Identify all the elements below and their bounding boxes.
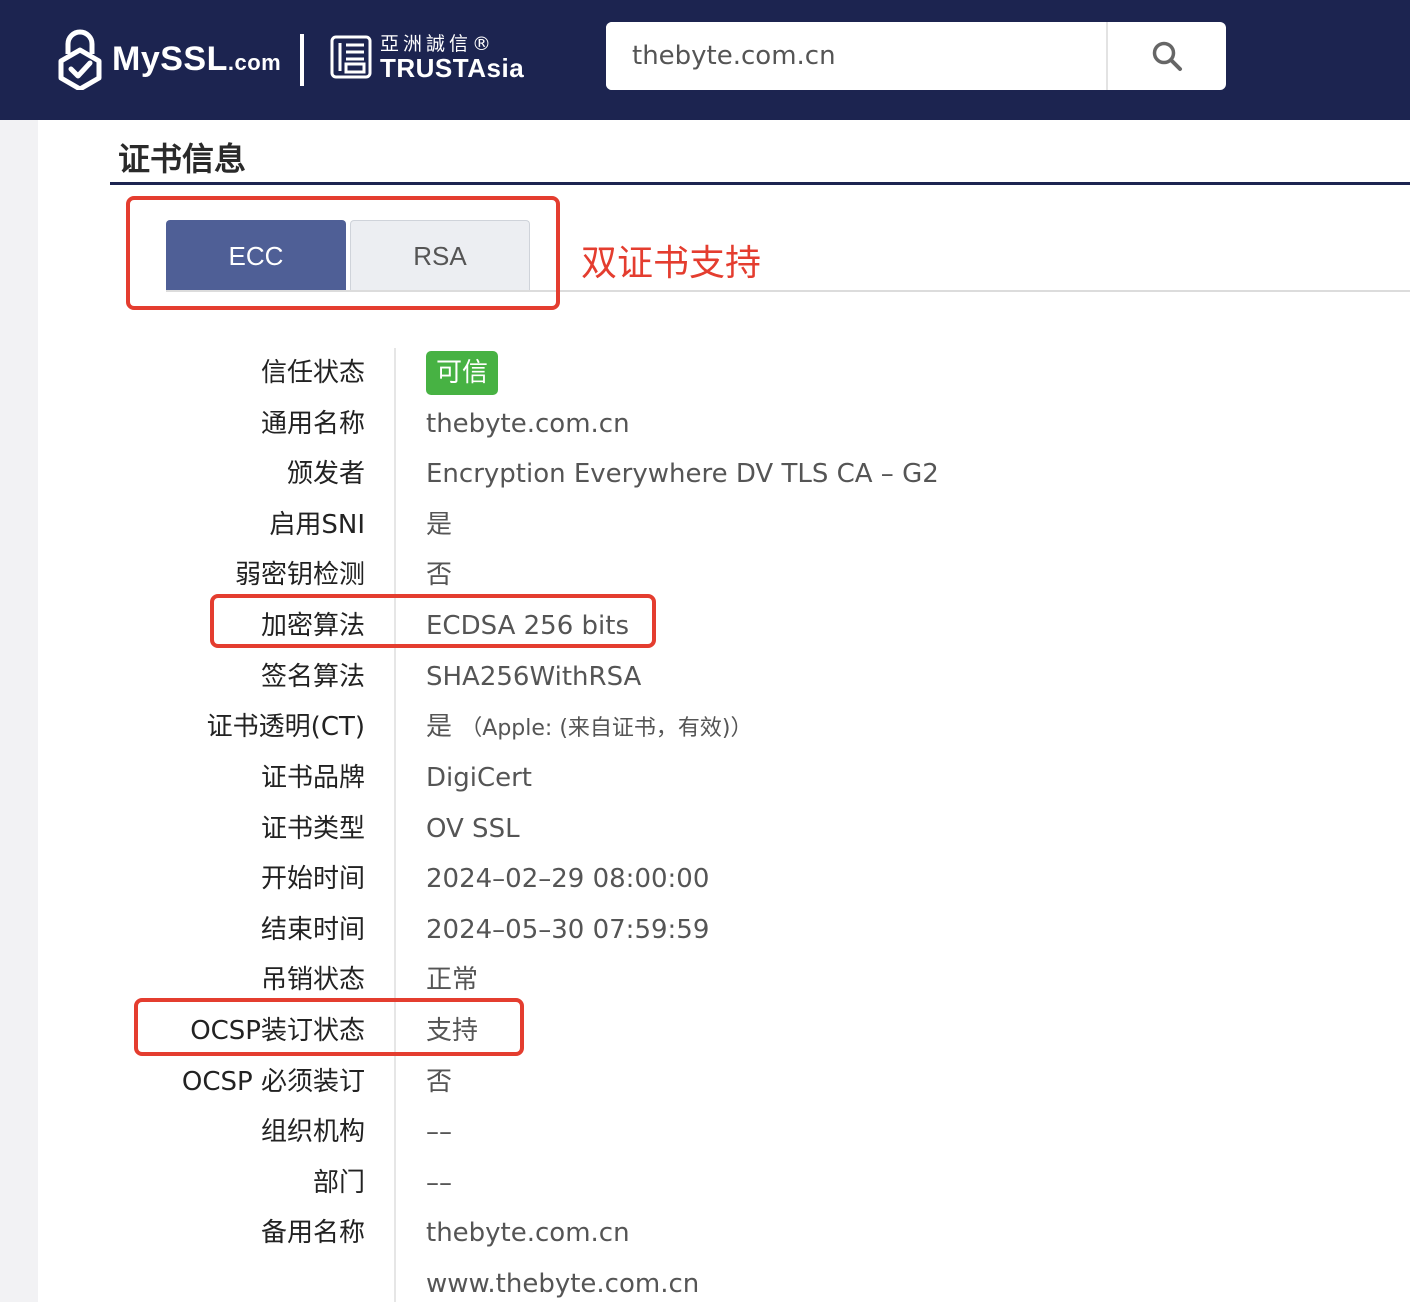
trustasia-emblem-icon xyxy=(330,35,372,79)
trustasia-en-name: TRUSTAsia xyxy=(380,53,525,83)
title-underline xyxy=(110,182,1410,185)
annotation-box-ocsp xyxy=(134,998,524,1056)
row-ocsp-must-staple: OCSP 必须装订 否 xyxy=(38,1057,1410,1107)
row-label: 证书透明(CT) xyxy=(206,712,365,742)
row-value: SHA256WithRSA xyxy=(426,662,642,692)
row-value: OV SSL xyxy=(426,814,520,844)
row-value: –– xyxy=(426,1168,452,1198)
row-value: thebyte.com.cn xyxy=(426,409,630,439)
ct-detail: （Apple: (来自证书，有效)） xyxy=(460,716,753,741)
row-label: 开始时间 xyxy=(260,864,365,894)
row-value: 否 xyxy=(426,1067,453,1097)
row-label: 备用名称 xyxy=(260,1218,365,1248)
row-value: 否 xyxy=(426,560,453,590)
row-san-2: www.thebyte.com.cn xyxy=(38,1259,1410,1302)
annotation-dual-cert: 双证书支持 xyxy=(581,243,762,284)
row-value: 是 xyxy=(426,510,453,540)
row-value: 是 （Apple: (来自证书，有效)） xyxy=(426,702,752,754)
row-value: Encryption Everywhere DV TLS CA – G2 xyxy=(426,459,939,489)
row-ct: 证书透明(CT) 是 （Apple: (来自证书，有效)） xyxy=(38,702,1410,752)
row-label: 签名算法 xyxy=(260,662,365,692)
lock-check-icon xyxy=(58,29,102,90)
annotation-box-encryption xyxy=(210,594,656,648)
domain-search-input[interactable] xyxy=(606,22,1106,90)
row-label: 结束时间 xyxy=(260,915,365,945)
myssl-brand-text: MySSL.com xyxy=(112,39,282,78)
row-value: www.thebyte.com.cn xyxy=(426,1269,700,1299)
search-box xyxy=(606,22,1226,90)
row-department: 部门 –– xyxy=(38,1158,1410,1208)
row-sni: 启用SNI 是 xyxy=(38,500,1410,550)
section-title: 证书信息 xyxy=(118,140,247,178)
myssl-logo[interactable]: MySSL.com xyxy=(56,28,281,90)
row-end-time: 结束时间 2024–05–30 07:59:59 xyxy=(38,905,1410,955)
row-label: 信任状态 xyxy=(260,358,365,388)
row-common-name: 通用名称 thebyte.com.cn xyxy=(38,399,1410,449)
row-label: 颁发者 xyxy=(286,459,365,489)
row-label: 通用名称 xyxy=(260,409,365,439)
row-label: 弱密钥检测 xyxy=(234,560,365,590)
row-trust-status: 信任状态 可信 xyxy=(38,348,1410,398)
row-organization: 组织机构 –– xyxy=(38,1107,1410,1157)
trustasia-logo[interactable]: 亞洲誠信® TRUSTAsia xyxy=(330,33,524,81)
row-san: 备用名称 thebyte.com.cn xyxy=(38,1208,1410,1258)
row-value: 可信 xyxy=(426,348,499,398)
row-label: 部门 xyxy=(312,1168,365,1198)
row-signature: 签名算法 SHA256WithRSA xyxy=(38,652,1410,702)
logo-divider xyxy=(300,34,304,86)
row-value: DigiCert xyxy=(426,763,533,793)
row-label: 启用SNI xyxy=(269,510,365,540)
trustasia-cn-name: 亞洲誠信® xyxy=(380,33,496,55)
row-label: 证书类型 xyxy=(260,814,365,844)
row-label: 证书品牌 xyxy=(260,763,365,793)
row-value: –– xyxy=(426,1117,452,1147)
annotation-box-tabs xyxy=(126,196,560,310)
row-issuer: 颁发者 Encryption Everywhere DV TLS CA – G2 xyxy=(38,449,1410,499)
trust-status-badge: 可信 xyxy=(426,351,499,395)
row-value: thebyte.com.cn xyxy=(426,1218,630,1248)
row-start-time: 开始时间 2024–02–29 08:00:00 xyxy=(38,854,1410,904)
ct-status: 是 xyxy=(426,712,453,742)
row-value: 2024–05–30 07:59:59 xyxy=(426,915,710,945)
row-weak-key: 弱密钥检测 否 xyxy=(38,550,1410,600)
row-value: 2024–02–29 08:00:00 xyxy=(426,864,710,894)
row-type: 证书类型 OV SSL xyxy=(38,804,1410,854)
row-brand: 证书品牌 DigiCert xyxy=(38,753,1410,803)
row-label: 组织机构 xyxy=(260,1117,365,1147)
search-button[interactable] xyxy=(1106,22,1226,90)
cert-info-card: 证书信息 ECC RSA 双证书支持 信任状态 可信 通用名称 thebyte.… xyxy=(38,120,1410,1302)
search-icon xyxy=(1152,41,1182,71)
top-header: MySSL.com 亞洲誠信® TRUSTAsia xyxy=(0,0,1410,120)
row-label: OCSP 必须装订 xyxy=(181,1067,365,1097)
